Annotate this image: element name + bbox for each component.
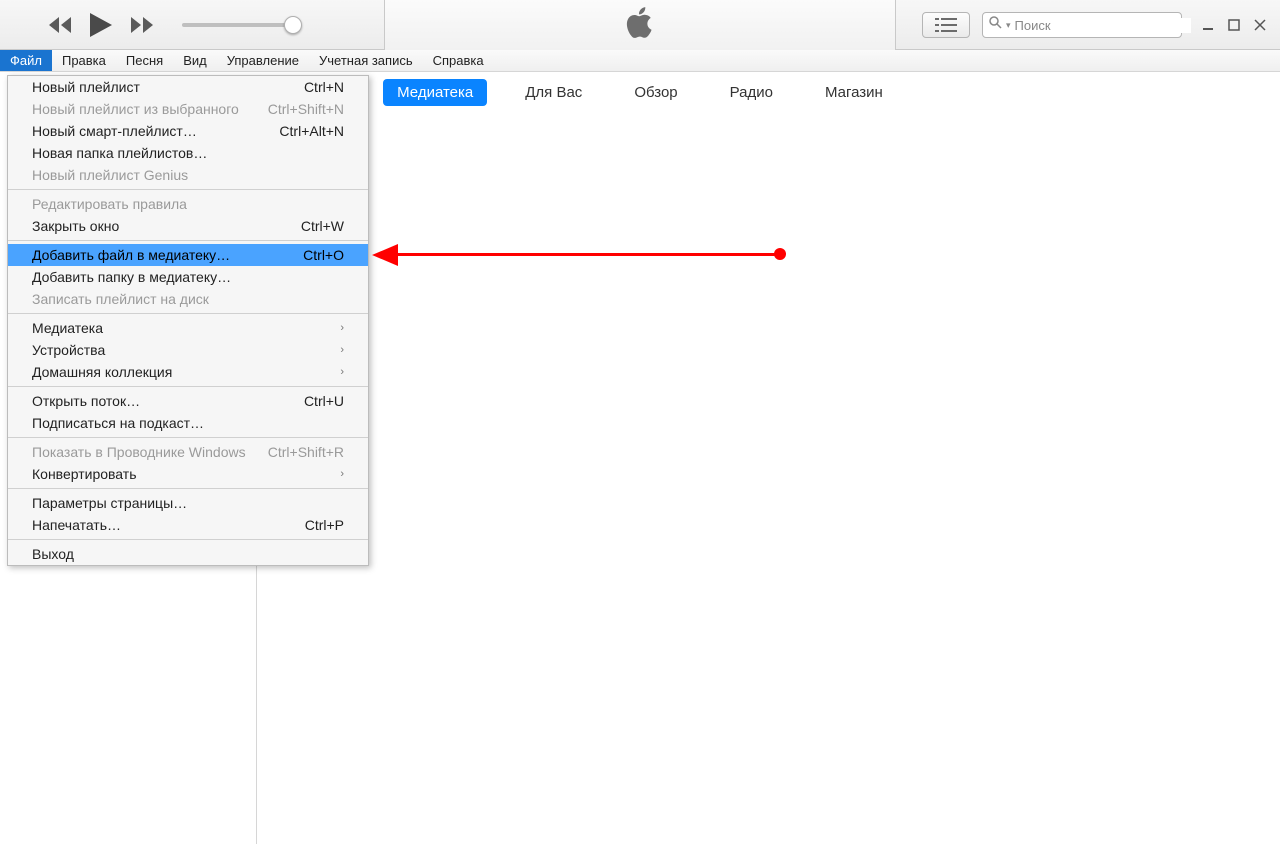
minimize-button[interactable] [1200, 17, 1216, 33]
menu-row-label: Медиатека [32, 320, 103, 336]
menu-row-shortcut: Ctrl+P [305, 517, 344, 533]
tab-library[interactable]: Медиатека [383, 79, 487, 106]
menu-row-label: Показать в Проводнике Windows [32, 444, 246, 460]
menu-row[interactable]: Добавить папку в медиатеку… [8, 266, 368, 288]
menu-row-label: Добавить файл в медиатеку… [32, 247, 230, 263]
menu-row-shortcut: Ctrl+Shift+N [268, 101, 344, 117]
menu-row: Новый плейлист Genius [8, 164, 368, 186]
file-menu-dropdown: Новый плейлист Ctrl+N Новый плейлист из вы… [7, 75, 369, 566]
menu-row[interactable]: Закрыть окно Ctrl+W [8, 215, 368, 237]
menu-row-label: Новая папка плейлистов… [32, 145, 207, 161]
previous-button[interactable] [48, 17, 72, 33]
menu-account[interactable]: Учетная запись [309, 50, 423, 71]
menu-row[interactable]: Выход [8, 543, 368, 565]
menu-row[interactable]: Параметры страницы… [8, 492, 368, 514]
maximize-button[interactable] [1226, 17, 1242, 33]
menu-row-label: Новый смарт-плейлист… [32, 123, 197, 139]
menu-separator [8, 386, 368, 387]
menu-row-shortcut: Ctrl+U [304, 393, 344, 409]
menu-row-label: Подписаться на подкаст… [32, 415, 204, 431]
submenu-arrow-icon: › [340, 468, 344, 480]
menu-edit[interactable]: Правка [52, 50, 116, 71]
annotation-arrow [372, 248, 780, 262]
menu-row[interactable]: Новый смарт-плейлист… Ctrl+Alt+N [8, 120, 368, 142]
menu-separator [8, 313, 368, 314]
toolbar-right: ▾ [922, 0, 1280, 50]
menu-separator [8, 189, 368, 190]
menu-help[interactable]: Справка [423, 50, 494, 71]
menu-row-shortcut: Ctrl+N [304, 79, 344, 95]
menu-row[interactable]: Подписаться на подкаст… [8, 412, 368, 434]
menu-row-label: Параметры страницы… [32, 495, 187, 511]
next-button[interactable] [130, 17, 154, 33]
window-controls [1200, 17, 1268, 33]
menu-row-label: Новый плейлист Genius [32, 167, 188, 183]
player-toolbar: ▾ [0, 0, 1280, 50]
apple-logo-icon [626, 7, 654, 44]
tab-browse[interactable]: Обзор [620, 79, 691, 106]
menu-row: Записать плейлист на диск [8, 288, 368, 310]
menu-row[interactable]: Открыть поток… Ctrl+U [8, 390, 368, 412]
search-box[interactable]: ▾ [982, 12, 1182, 38]
menu-row: Новый плейлист из выбранного Ctrl+Shift+N [8, 98, 368, 120]
menu-separator [8, 488, 368, 489]
dropdown-caret-icon: ▾ [1006, 20, 1011, 31]
menu-row-label: Закрыть окно [32, 218, 119, 234]
menu-row-label: Выход [32, 546, 74, 562]
menu-controls[interactable]: Управление [217, 50, 309, 71]
menu-row-shortcut: Ctrl+Shift+R [268, 444, 344, 460]
menu-row-label: Записать плейлист на диск [32, 291, 209, 307]
menu-row-label: Редактировать правила [32, 196, 187, 212]
menu-row-label: Устройства [32, 342, 105, 358]
menu-row[interactable]: Конвертировать › [8, 463, 368, 485]
menu-row-shortcut: Ctrl+W [301, 218, 344, 234]
menu-row-label: Новый плейлист из выбранного [32, 101, 239, 117]
menu-row[interactable]: Новая папка плейлистов… [8, 142, 368, 164]
tab-store[interactable]: Магазин [811, 79, 897, 106]
menu-row-shortcut: Ctrl+O [303, 247, 344, 263]
play-button[interactable] [90, 13, 112, 37]
menu-row[interactable]: Медиатека › [8, 317, 368, 339]
volume-slider[interactable] [182, 23, 292, 27]
menu-row-label: Напечатать… [32, 517, 121, 533]
menu-song[interactable]: Песня [116, 50, 173, 71]
submenu-arrow-icon: › [340, 322, 344, 334]
menu-row: Показать в Проводнике Windows Ctrl+Shift+… [8, 441, 368, 463]
search-icon [989, 16, 1002, 34]
menu-row-label: Домашняя коллекция [32, 364, 172, 380]
tab-radio[interactable]: Радио [716, 79, 787, 106]
menu-separator [8, 240, 368, 241]
submenu-arrow-icon: › [340, 366, 344, 378]
menu-row[interactable]: Добавить файл в медиатеку… Ctrl+O [8, 244, 368, 266]
tab-for-you[interactable]: Для Вас [511, 79, 596, 106]
menu-row-label: Открыть поток… [32, 393, 140, 409]
menu-separator [8, 437, 368, 438]
menu-row[interactable]: Новый плейлист Ctrl+N [8, 76, 368, 98]
search-input[interactable] [1015, 18, 1191, 33]
menu-row-label: Добавить папку в медиатеку… [32, 269, 231, 285]
playback-controls [0, 13, 154, 37]
submenu-arrow-icon: › [340, 344, 344, 356]
now-playing-display [384, 0, 896, 50]
menu-row-label: Новый плейлист [32, 79, 140, 95]
menu-file[interactable]: Файл [0, 50, 52, 71]
list-view-button[interactable] [922, 12, 970, 38]
menu-view[interactable]: Вид [173, 50, 217, 71]
menubar: Файл Правка Песня Вид Управление Учетная… [0, 50, 1280, 72]
menu-row[interactable]: Устройства › [8, 339, 368, 361]
menu-row[interactable]: Домашняя коллекция › [8, 361, 368, 383]
menu-separator [8, 539, 368, 540]
menu-row-shortcut: Ctrl+Alt+N [279, 123, 344, 139]
menu-row: Редактировать правила [8, 193, 368, 215]
menu-row[interactable]: Напечатать… Ctrl+P [8, 514, 368, 536]
menu-row-label: Конвертировать [32, 466, 137, 482]
close-button[interactable] [1252, 17, 1268, 33]
